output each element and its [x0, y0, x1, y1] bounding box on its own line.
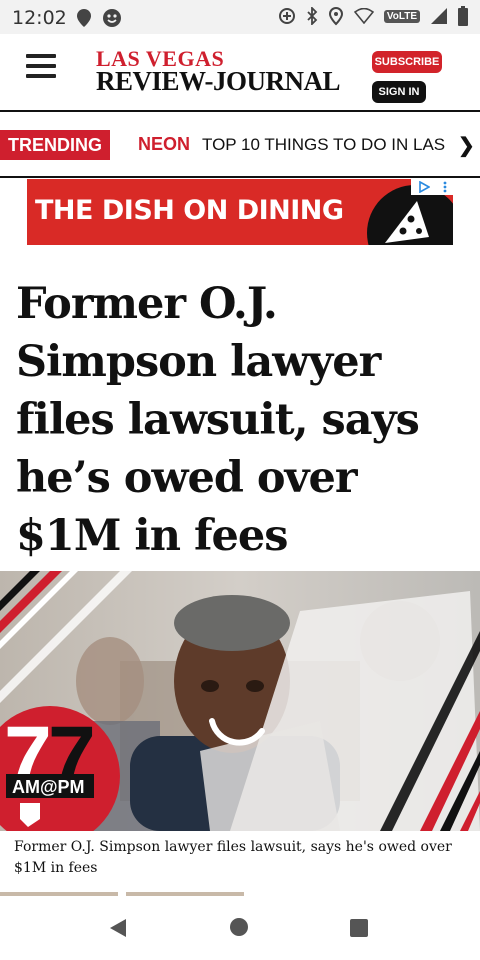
- trending-bar: TRENDING NEON TOP 10 THINGS TO DO IN LAS…: [0, 112, 480, 178]
- location-pin-icon: [77, 9, 91, 27]
- android-nav-bar: [0, 896, 480, 960]
- bluetooth-icon: [307, 7, 318, 25]
- location-icon: [328, 6, 343, 26]
- signal-icon: [431, 8, 447, 24]
- home-circle-icon[interactable]: [230, 918, 248, 936]
- article-photo[interactable]: 7 7 AM@PM: [0, 571, 480, 831]
- status-bar: 12:02 VoLTE: [0, 0, 480, 34]
- pizza-slice-icon: [385, 201, 429, 243]
- recents-square-icon[interactable]: [350, 919, 368, 937]
- logo-line-2: REVIEW-JOURNAL: [96, 66, 341, 96]
- video-logo-text: AM@PM: [12, 777, 85, 797]
- battery-icon: [458, 6, 468, 26]
- data-saver-icon: [278, 8, 295, 24]
- face-icon: [103, 9, 121, 27]
- chevron-right-icon[interactable]: ❯: [458, 133, 475, 158]
- photo-graphic: 7 7 AM@PM: [0, 571, 480, 831]
- more-vert-icon: [443, 181, 446, 193]
- ad-text: THE DISH ON DINING: [35, 195, 344, 226]
- ad-banner[interactable]: THE DISH ON DINING: [27, 179, 453, 245]
- back-triangle-icon[interactable]: [108, 918, 128, 938]
- volte-badge: VoLTE: [383, 9, 420, 23]
- photo-caption: Former O.J. Simpson lawyer files lawsuit…: [14, 839, 452, 876]
- trending-item-top-10[interactable]: TOP 10 THINGS TO DO IN LAS: [202, 135, 456, 155]
- adchoices-icon: [418, 181, 430, 193]
- trending-label: TRENDING: [0, 130, 110, 160]
- sign-in-button[interactable]: SIGN IN: [372, 81, 426, 103]
- article-headline: Former O.J. Simpson lawyer files lawsuit…: [16, 279, 420, 561]
- site-logo[interactable]: LAS VEGAS REVIEW-JOURNAL: [96, 48, 341, 96]
- status-time: 12:02: [12, 7, 67, 29]
- ad-choices-badge[interactable]: [411, 179, 453, 195]
- wifi-icon: [353, 8, 374, 24]
- site-header: LAS VEGAS REVIEW-JOURNAL SUBSCRIBE SIGN …: [0, 34, 480, 112]
- hamburger-menu-icon[interactable]: [26, 54, 56, 84]
- trending-item-neon[interactable]: NEON: [138, 134, 190, 155]
- subscribe-button[interactable]: SUBSCRIBE: [372, 51, 442, 73]
